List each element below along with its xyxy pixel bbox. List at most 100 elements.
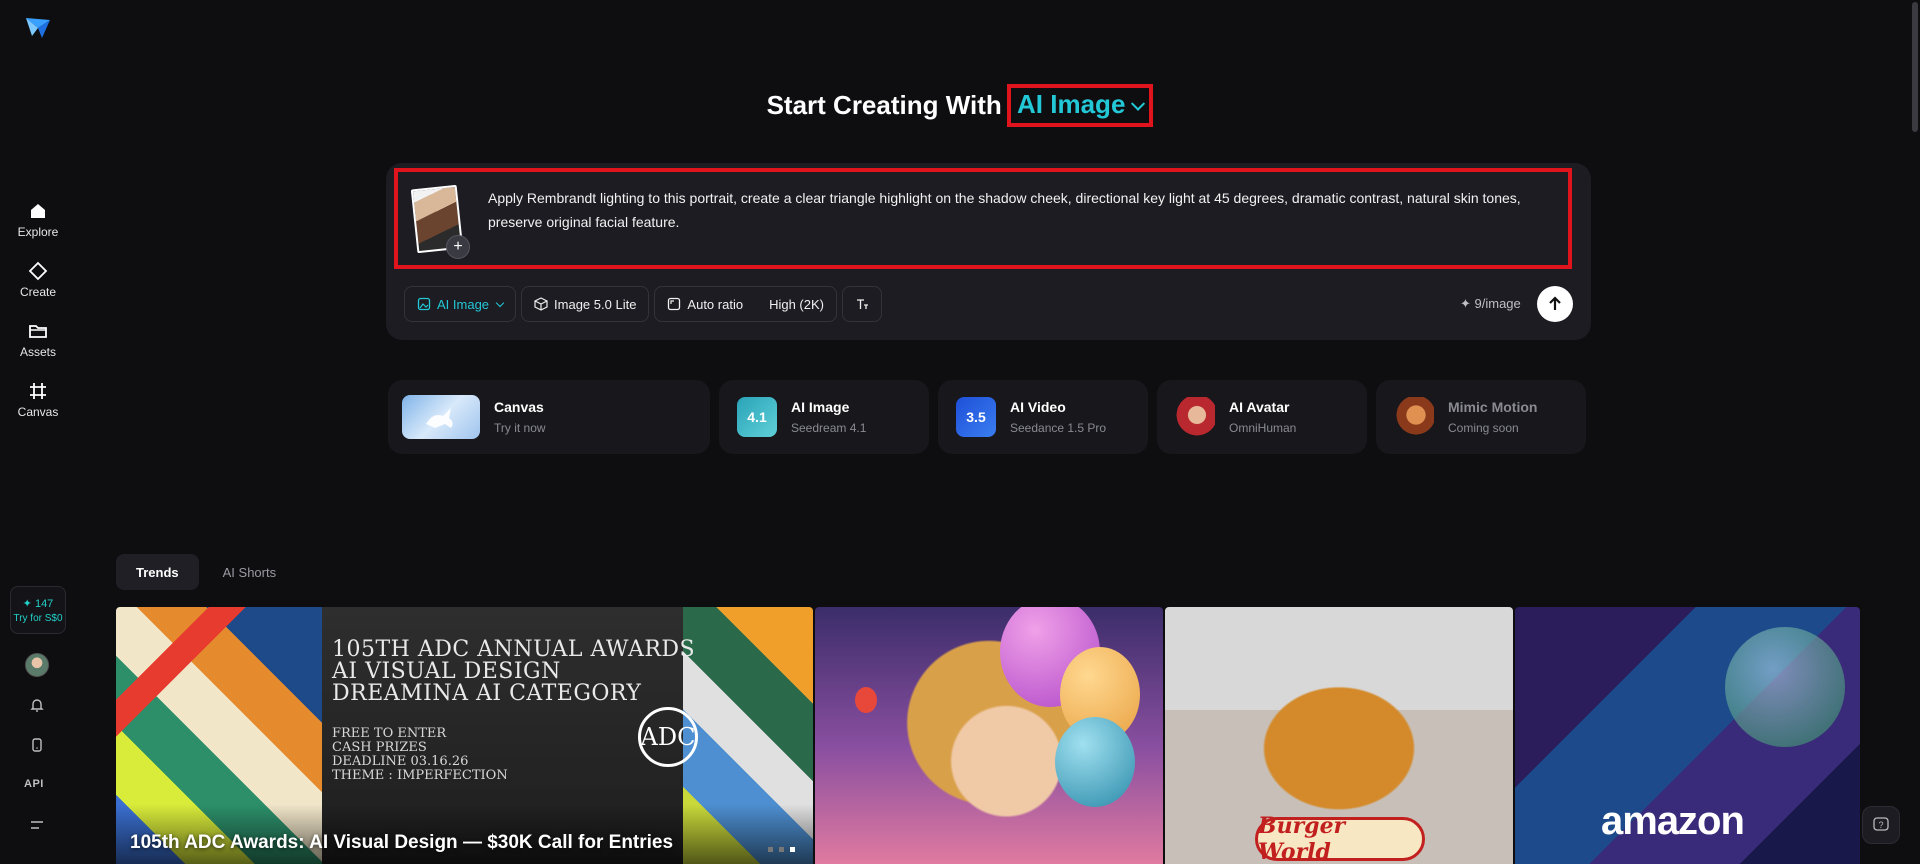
home-icon	[31, 204, 45, 218]
sidebar-item-create[interactable]: Create	[0, 250, 76, 310]
card-subtitle: Try it now	[494, 421, 546, 435]
seedream-icon: 4.1	[737, 397, 777, 437]
avatar[interactable]	[25, 653, 49, 677]
avatar-character-icon	[1175, 397, 1215, 437]
carousel-dots[interactable]	[768, 847, 795, 852]
gallery-tile-adc-awards[interactable]: 105TH ADC ANNUAL AWARDS AI VISUAL DESIGN…	[116, 607, 813, 864]
mode-dropdown-label: AI Image	[1017, 89, 1126, 119]
generation-mode-select[interactable]: AI Image	[404, 286, 517, 322]
frame-icon	[30, 383, 46, 399]
model-label: Image 5.0 Lite	[554, 296, 637, 312]
trends-gallery: 105TH ADC ANNUAL AWARDS AI VISUAL DESIGN…	[116, 607, 1860, 864]
credits-badge[interactable]: ✦ 147 Try for S$0	[10, 586, 66, 634]
diamond-icon	[28, 261, 48, 281]
seedance-icon: 3.5	[956, 397, 996, 437]
sidebar-item-label: Create	[19, 285, 57, 299]
sidebar-item-assets[interactable]: Assets	[0, 310, 76, 370]
help-button[interactable]: ?	[1862, 806, 1900, 844]
text-settings-button[interactable]	[842, 286, 882, 322]
credits-cta: Try for S$0	[13, 612, 63, 624]
balloon-teal	[1055, 717, 1135, 807]
card-subtitle: OmniHuman	[1229, 421, 1297, 435]
gallery-tile-amazon[interactable]: amazon	[1515, 607, 1860, 864]
pegasus-icon	[426, 408, 453, 428]
tab-ai-shorts[interactable]: AI Shorts	[203, 554, 296, 590]
poster-line: AI VISUAL DESIGN	[332, 659, 561, 684]
adc-logo-icon: ADC	[638, 707, 698, 767]
poster-line: DREAMINA AI CATEGORY	[332, 681, 642, 706]
gallery-tile-burger[interactable]: Burger World	[1165, 607, 1513, 864]
tab-trends[interactable]: Trends	[116, 554, 199, 590]
cube-icon	[534, 297, 548, 311]
mimic-character-icon	[1394, 397, 1434, 437]
poster-detail-line: CASH PRIZES	[332, 740, 427, 755]
chevron-down-icon	[1131, 96, 1146, 111]
card-subtitle: Seedream 4.1	[791, 421, 867, 435]
dome-icon	[1725, 627, 1845, 747]
sidebar-item-label: Canvas	[17, 405, 59, 419]
page-scrollbar[interactable]	[1912, 2, 1918, 132]
add-reference-button[interactable]: +	[446, 235, 470, 259]
card-canvas[interactable]: Canvas Try it now	[388, 380, 710, 454]
composer-toolbar: AI Image Image 5.0 Lite Auto ratio High …	[404, 286, 882, 322]
chevron-down-icon	[495, 298, 505, 307]
card-title: AI Avatar	[1229, 399, 1290, 415]
poster-detail-line: THEME : IMPERFECTION	[332, 768, 508, 783]
sidebar-item-label: Explore	[17, 225, 59, 239]
burger-sign: Burger World	[1255, 813, 1425, 864]
card-ai-image[interactable]: 4.1 AI Image Seedream 4.1	[719, 380, 929, 454]
sidebar-item-canvas[interactable]: Canvas	[0, 370, 76, 430]
prompt-area[interactable]: + Apply Rembrandt lighting to this portr…	[394, 168, 1572, 269]
prompt-composer: + Apply Rembrandt lighting to this portr…	[386, 163, 1591, 340]
sidebar-item-label: Assets	[19, 345, 56, 359]
svg-text:?: ?	[1878, 820, 1883, 830]
credits-count: ✦ 147	[22, 597, 54, 610]
card-title: Mimic Motion	[1448, 399, 1538, 415]
text-style-icon	[857, 299, 868, 309]
card-title: AI Image	[791, 399, 850, 415]
sidebar-nav: Explore Create Assets Canvas	[0, 190, 76, 430]
aspect-ratio-icon	[668, 297, 681, 311]
bell-icon[interactable]	[26, 694, 48, 716]
ratio-label: Auto ratio	[687, 296, 744, 312]
mobile-icon[interactable]	[26, 734, 48, 756]
poster-detail-line: DEADLINE 03.16.26	[332, 754, 469, 769]
submit-button[interactable]	[1537, 286, 1573, 322]
arrow-up-icon	[1549, 296, 1561, 310]
sidebar: Explore Create Assets Canvas ✦ 147 Try f…	[0, 0, 76, 864]
amazon-logo-text: amazon	[1601, 799, 1745, 843]
card-mimic-motion: Mimic Motion Coming soon	[1376, 380, 1586, 454]
card-ai-avatar[interactable]: AI Avatar OmniHuman	[1157, 380, 1367, 454]
card-title: AI Video	[1010, 399, 1066, 415]
model-select[interactable]: Image 5.0 Lite	[521, 286, 650, 322]
ratio-quality-select[interactable]: Auto ratio High (2K)	[654, 286, 837, 322]
image-icon	[417, 297, 431, 311]
cost-per-image: ✦ 9/image	[1460, 296, 1521, 311]
card-subtitle: Coming soon	[1448, 421, 1519, 435]
api-link[interactable]: API	[24, 778, 44, 790]
gallery-tile-balloon-girl[interactable]	[815, 607, 1163, 864]
quality-label: High (2K)	[769, 296, 824, 312]
folder-icon	[29, 325, 47, 338]
balloon-small	[855, 687, 877, 713]
canvas-thumbnail	[402, 395, 480, 439]
poster-line: 105TH ADC ANNUAL AWARDS	[332, 637, 696, 662]
card-subtitle: Seedance 1.5 Pro	[1010, 421, 1107, 435]
card-ai-video[interactable]: 3.5 AI Video Seedance 1.5 Pro	[938, 380, 1148, 454]
headline-prefix: Start Creating With	[766, 90, 1002, 120]
help-icon: ?	[1873, 817, 1889, 831]
poster-detail-line: FREE TO ENTER	[332, 726, 447, 741]
prompt-input[interactable]: Apply Rembrandt lighting to this portrai…	[488, 186, 1568, 234]
tile-caption: 105th ADC Awards: AI Visual Design — $30…	[130, 832, 674, 853]
menu-icon[interactable]	[26, 814, 48, 836]
mode-dropdown[interactable]: AI Image	[1007, 84, 1154, 127]
generation-mode-label: AI Image	[437, 296, 490, 312]
poster-details: FREE TO ENTER CASH PRIZES DEADLINE 03.16…	[332, 727, 508, 783]
app-logo-icon[interactable]	[24, 14, 52, 42]
poster-title: 105TH ADC ANNUAL AWARDS AI VISUAL DESIGN…	[332, 639, 695, 705]
page-title: Start Creating With AI Image	[0, 84, 1920, 128]
card-title: Canvas	[494, 399, 544, 415]
content-tabs: Trends AI Shorts	[116, 554, 296, 590]
feature-cards: Canvas Try it now 4.1 AI Image Seedream …	[388, 380, 1586, 454]
sidebar-item-explore[interactable]: Explore	[0, 190, 76, 250]
